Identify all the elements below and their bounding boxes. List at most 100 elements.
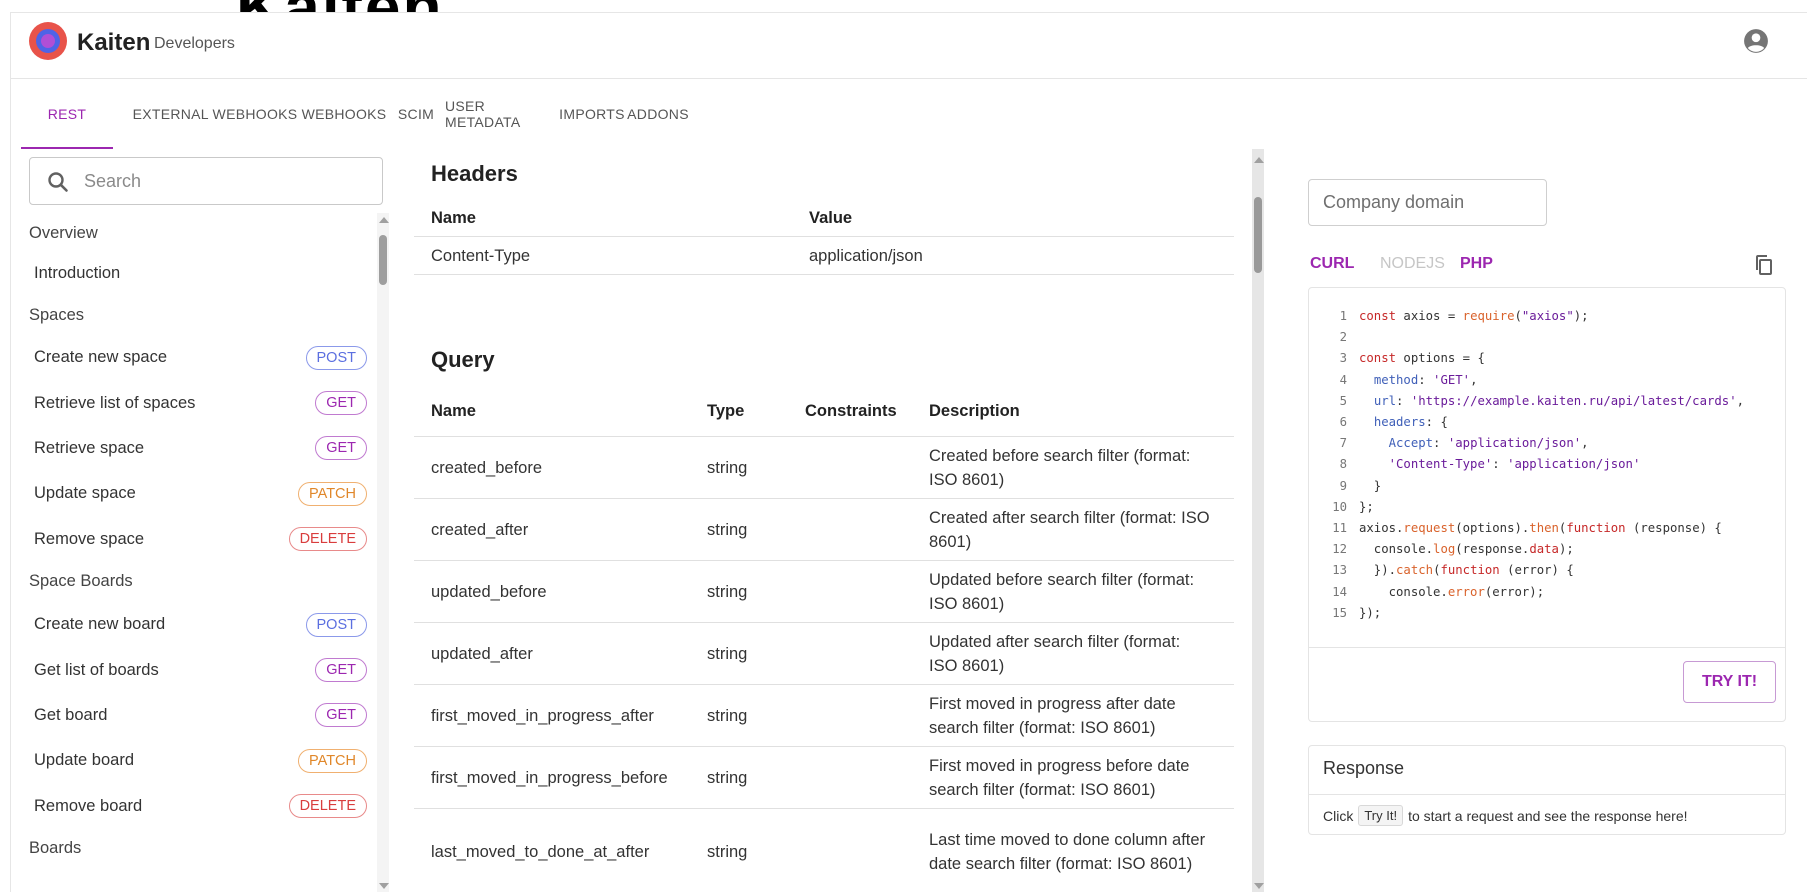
sidebar-item-label: Remove board	[34, 796, 143, 815]
table-cell: First moved in progress after date searc…	[929, 694, 1176, 737]
code-text: url: 'https://example.kaiten.ru/api/late…	[1373, 393, 1744, 408]
scroll-up-arrow-icon[interactable]	[379, 217, 389, 223]
code-block[interactable]: 1 const axios = require("axios"); 2 3 const …	[1323, 306, 1744, 624]
code-text: axios.request(options).then(function (re…	[1359, 521, 1722, 536]
tab-webhooks[interactable]: WEBHOOKS	[301, 79, 387, 149]
company-domain-input[interactable]	[1308, 179, 1547, 226]
line-number: 7	[1339, 436, 1347, 451]
tab-user-metadata[interactable]: USER METADATA	[445, 79, 557, 149]
code-line: 11 axios.request(options).then(function (…	[1323, 518, 1744, 539]
table-row: first_moved_in_progress_after string First…	[414, 685, 1234, 747]
sidebar-scrollbar[interactable]	[377, 213, 389, 892]
sidebar-item-label: Introduction	[34, 263, 121, 282]
response-hint-after: to start a request and see the response …	[1408, 807, 1688, 824]
response-hint-kbd: Try It!	[1358, 805, 1404, 826]
table-cell: created_after	[431, 520, 529, 539]
tab-rest[interactable]: REST	[21, 79, 113, 149]
table-row: created_after string Created after search …	[414, 499, 1234, 561]
sidebar-item[interactable]: Introduction	[29, 251, 373, 295]
scroll-down-arrow-icon[interactable]	[379, 883, 389, 889]
table-row: last_moved_to_done_at_after string Last ti…	[414, 809, 1234, 892]
main-scroll-thumb[interactable]	[1254, 197, 1262, 273]
search-icon	[48, 172, 68, 192]
table-header-cell: Description	[929, 401, 1020, 420]
table-cell: Last time moved to done column after dat…	[929, 830, 1206, 873]
top-header: Kaiten Developers	[11, 13, 1807, 79]
table-header-cell: Constraints	[805, 401, 897, 420]
main-scrollbar[interactable]	[1252, 149, 1264, 892]
sidebar-item[interactable]: Update space PATCH	[29, 471, 373, 516]
sidebar-section-title: Space Boards	[29, 572, 133, 591]
code-line: 13 }).catch(function (error) {	[1323, 560, 1744, 581]
code-text: console.log(response.data);	[1359, 542, 1574, 557]
code-line: 10};	[1323, 497, 1744, 518]
sidebar-item[interactable]: Create new space POST	[29, 335, 373, 380]
search-box[interactable]	[29, 157, 383, 205]
sidebar-item[interactable]: Get board GET	[29, 693, 373, 738]
sidebar-item-label: Create new board	[34, 615, 166, 634]
main-content: Headers Name Value Content-Type application…	[414, 149, 1254, 892]
tab-imports[interactable]: IMPORTS	[559, 79, 625, 149]
sidebar: Overview Introduction Spaces Create new spa…	[11, 149, 407, 892]
sidebar-item-label: Retrieve list of spaces	[34, 393, 196, 412]
code-line: 6 headers: {	[1323, 412, 1744, 433]
sidebar-section-title: Spaces	[29, 305, 85, 324]
table-cell: last_moved_to_done_at_after	[431, 842, 650, 861]
code-text: console.error(error);	[1359, 584, 1545, 599]
line-number: 3	[1339, 351, 1347, 366]
table-header-cell: Name	[431, 401, 476, 420]
sidebar-item[interactable]: Create new board POST	[29, 602, 373, 647]
code-line: 7 Accept: 'application/json',	[1323, 433, 1744, 454]
table-cell: first_moved_in_progress_after	[431, 706, 654, 725]
table-header-row: Name Type Constraints Description	[414, 385, 1234, 437]
response-card: Response Click Try It! to start a reques…	[1308, 745, 1786, 835]
response-hint: Click Try It! to start a request and see…	[1323, 805, 1688, 826]
method-badge: GET	[315, 703, 367, 728]
sidebar-section-title: Boards	[29, 839, 82, 858]
tab-addons[interactable]: ADDONS	[627, 79, 689, 149]
line-number: 15	[1332, 605, 1347, 620]
table-cell: updated_before	[431, 582, 547, 601]
main-scroll-up-arrow-icon[interactable]	[1254, 157, 1264, 163]
kaiten-logo-icon[interactable]	[29, 22, 67, 60]
sidebar-item[interactable]: Update board PATCH	[29, 738, 373, 783]
tab-external-webhooks[interactable]: EXTERNAL WEBHOOKS	[131, 79, 299, 149]
line-number: 10	[1332, 499, 1347, 514]
code-line: 9 }	[1323, 476, 1744, 497]
brand-name[interactable]: Kaiten	[77, 29, 150, 57]
response-divider	[1309, 794, 1785, 795]
sidebar-item-label: Create new space	[34, 348, 167, 367]
copy-icon[interactable]	[1752, 253, 1776, 277]
search-input[interactable]	[84, 168, 364, 194]
sidebar-item[interactable]: Remove space DELETE	[29, 517, 373, 562]
code-line: 8 'Content-Type': 'application/json'	[1323, 454, 1744, 475]
tab-scim[interactable]: SCIM	[389, 79, 443, 149]
sidebar-item[interactable]: Retrieve space GET	[29, 426, 373, 471]
sidebar-item[interactable]: Remove board DELETE	[29, 784, 373, 829]
sidebar-scroll-thumb[interactable]	[379, 235, 387, 285]
sidebar-item[interactable]: Retrieve list of spaces GET	[29, 380, 373, 425]
line-number: 11	[1332, 521, 1347, 536]
table-cell: string	[707, 458, 748, 477]
try-it-button[interactable]: TRY IT!	[1683, 661, 1776, 703]
table-row: updated_after string Updated after search …	[414, 623, 1234, 685]
code-text: });	[1359, 605, 1382, 620]
code-text: }	[1359, 478, 1382, 493]
code-line: 2	[1323, 327, 1744, 348]
lang-tab-nodejs[interactable]: NODEJS	[1380, 255, 1445, 273]
account-circle-icon[interactable]	[1743, 28, 1769, 54]
sidebar-item[interactable]: Get list of boards GET	[29, 647, 373, 692]
sidebar-item-label: Remove space	[34, 529, 145, 548]
lang-tab-curl[interactable]: CURL	[1310, 255, 1354, 273]
lang-tab-php[interactable]: PHP	[1460, 255, 1493, 273]
table-row: Content-Type application/json	[414, 237, 1234, 275]
main-scroll-down-arrow-icon[interactable]	[1254, 883, 1264, 889]
headers-heading: Headers	[431, 161, 518, 186]
table-row: created_before string Created before searc…	[414, 437, 1234, 499]
code-card-divider	[1309, 647, 1785, 648]
line-number: 6	[1339, 415, 1347, 430]
code-text: method: 'GET',	[1373, 372, 1478, 387]
line-number: 9	[1339, 478, 1347, 493]
code-text: headers: {	[1373, 415, 1448, 430]
query-heading: Query	[431, 347, 495, 372]
